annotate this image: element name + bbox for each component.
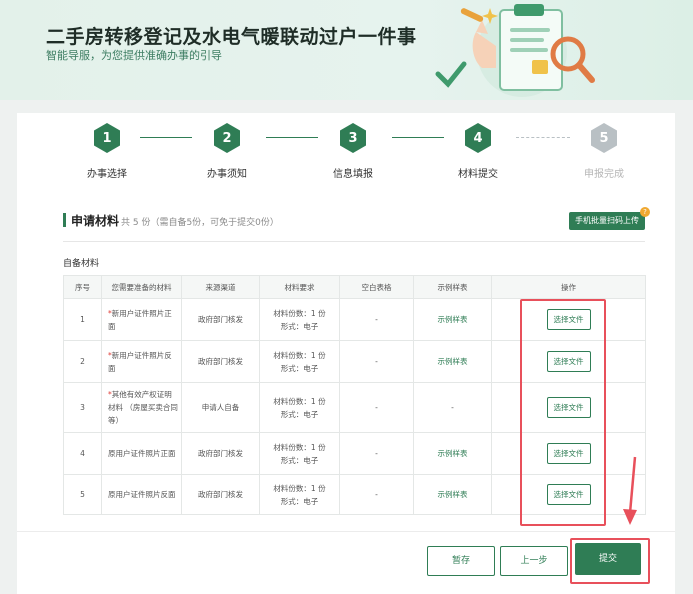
step-1: 1 办事选择 — [67, 123, 147, 180]
header-no: 序号 — [63, 275, 102, 299]
step-connector — [266, 137, 318, 138]
requirement-count: 材料份数：1 份 — [273, 350, 326, 360]
requirement-form: 形式：电子 — [280, 455, 319, 465]
step-4: 4 材料提交 — [438, 123, 518, 180]
material-name: *新用户证件照片反面 — [101, 340, 182, 383]
material-requirement: 材料份数：1 份形式：电子 — [259, 382, 340, 433]
row-no: 4 — [63, 432, 102, 475]
mobile-scan-upload-button[interactable]: 手机批量扫码上传 — [569, 212, 645, 230]
material-name-text: 新用户证件照片正面 — [108, 308, 172, 331]
material-name-text: 其他有效产权证明材料 （房屋买卖合同等） — [108, 390, 178, 425]
requirement-count: 材料份数：1 份 — [273, 308, 326, 318]
material-requirement: 材料份数：1 份形式：电子 — [259, 474, 340, 515]
question-badge-icon[interactable]: ? — [640, 207, 650, 217]
header-material: 您需要准备的材料 — [101, 275, 182, 299]
sample-link[interactable]: 示例样表 — [413, 474, 492, 515]
material-name: *新用户证件照片正面 — [101, 298, 182, 341]
requirement-form: 形式：电子 — [280, 409, 319, 419]
requirement-count: 材料份数：1 份 — [273, 483, 326, 493]
row-no: 3 — [63, 382, 102, 433]
page-banner: 二手房转移登记及水电气暖联动过户一件事 智能导服，为您提供准确办事的引导 — [0, 0, 693, 100]
step-2-label: 办事须知 — [207, 169, 247, 180]
step-connector — [140, 137, 192, 138]
step-2-number: 2 — [214, 123, 240, 153]
requirement-form: 形式：电子 — [280, 363, 319, 373]
step-5-label: 申报完成 — [584, 169, 624, 180]
blank-form: - — [339, 340, 414, 383]
header-requirement: 材料要求 — [259, 275, 340, 299]
blank-form: - — [339, 298, 414, 341]
blank-form: - — [339, 432, 414, 475]
section-divider — [63, 241, 645, 242]
step-4-number: 4 — [465, 123, 491, 153]
banner-illustration — [435, 4, 595, 97]
material-name-text: 原用户证件照片正面 — [108, 449, 176, 458]
step-connector — [516, 137, 570, 138]
row-no: 1 — [63, 298, 102, 341]
material-source: 政府部门核发 — [181, 298, 260, 341]
self-prepared-label: 自备材料 — [63, 259, 100, 269]
footer-divider — [17, 531, 675, 532]
row-no: 5 — [63, 474, 102, 515]
material-name: 原用户证件照片反面 — [101, 474, 182, 515]
material-source: 政府部门核发 — [181, 432, 260, 475]
header-source: 来源渠道 — [181, 275, 260, 299]
section-marker — [63, 213, 66, 227]
header-action: 操作 — [491, 275, 646, 299]
sample-link[interactable]: 示例样表 — [413, 340, 492, 383]
step-1-label: 办事选择 — [87, 169, 127, 180]
material-requirement: 材料份数：1 份形式：电子 — [259, 340, 340, 383]
step-5: 5 申报完成 — [564, 123, 644, 180]
material-name: 原用户证件照片正面 — [101, 432, 182, 475]
step-5-number: 5 — [591, 123, 617, 153]
material-count: 共 5 份（需自备5份，可免于提交0份） — [121, 218, 279, 228]
material-name: *其他有效产权证明材料 （房屋买卖合同等） — [101, 382, 182, 433]
step-3-label: 信息填报 — [333, 169, 373, 180]
material-requirement: 材料份数：1 份形式：电子 — [259, 298, 340, 341]
material-name-text: 新用户证件照片反面 — [108, 350, 172, 373]
header-sample: 示例样表 — [413, 275, 492, 299]
blank-form: - — [339, 474, 414, 515]
requirement-form: 形式：电子 — [280, 496, 319, 506]
material-source: 政府部门核发 — [181, 474, 260, 515]
submit-button[interactable]: 提交 — [575, 543, 641, 575]
material-requirement: 材料份数：1 份形式：电子 — [259, 432, 340, 475]
material-source: 申请人自备 — [181, 382, 260, 433]
step-1-number: 1 — [94, 123, 120, 153]
requirement-form: 形式：电子 — [280, 321, 319, 331]
requirement-count: 材料份数：1 份 — [273, 442, 326, 452]
requirement-count: 材料份数：1 份 — [273, 396, 326, 406]
material-source: 政府部门核发 — [181, 340, 260, 383]
arrow-down-icon — [623, 456, 637, 525]
material-name-text: 原用户证件照片反面 — [108, 490, 176, 499]
row-no: 2 — [63, 340, 102, 383]
page-subtitle: 智能导服，为您提供准确办事的引导 — [46, 49, 222, 62]
previous-step-button[interactable]: 上一步 — [500, 546, 568, 576]
step-2: 2 办事须知 — [187, 123, 267, 180]
step-3: 3 信息填报 — [313, 123, 393, 180]
table-header-row: 序号 您需要准备的材料 来源渠道 材料要求 空白表格 示例样表 操作 — [63, 275, 646, 299]
step-connector — [392, 137, 444, 138]
save-draft-button[interactable]: 暂存 — [427, 546, 495, 576]
page-title: 二手房转移登记及水电气暖联动过户一件事 — [46, 26, 417, 48]
sample-link[interactable]: 示例样表 — [413, 432, 492, 475]
blank-form: - — [339, 382, 414, 433]
step-3-number: 3 — [340, 123, 366, 153]
sample-link[interactable]: 示例样表 — [413, 298, 492, 341]
action-column-highlight — [520, 299, 606, 526]
header-blank-form: 空白表格 — [339, 275, 414, 299]
step-4-label: 材料提交 — [458, 169, 498, 180]
section-title: 申请材料 — [71, 214, 120, 228]
sample-cell: - — [413, 382, 492, 433]
